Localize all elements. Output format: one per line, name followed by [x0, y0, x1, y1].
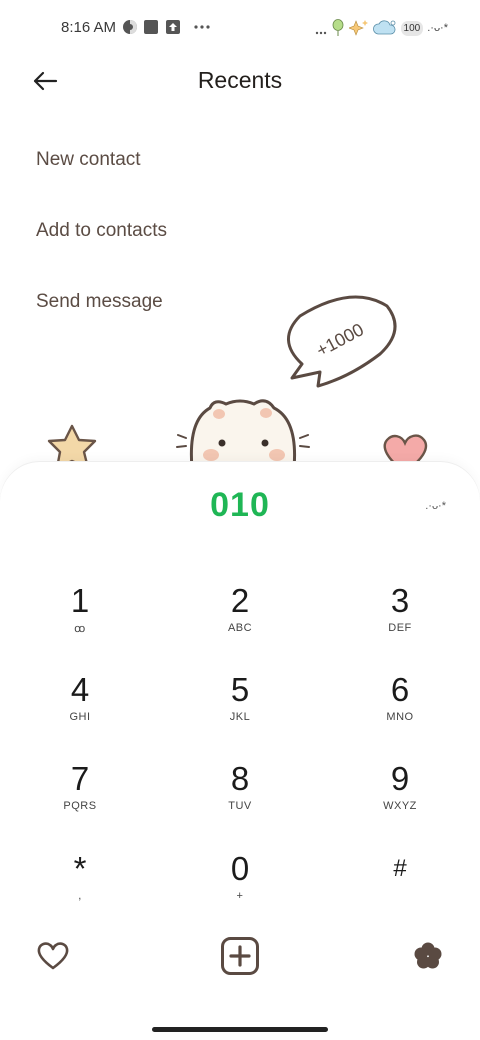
key-4[interactable]: 4 GHI [10, 671, 150, 747]
dialed-number[interactable]: 010 [0, 486, 480, 525]
new-contact-option[interactable]: New contact [36, 149, 141, 171]
home-indicator[interactable] [152, 1027, 328, 1032]
balloon-icon [332, 19, 343, 36]
key-hash[interactable]: # [330, 850, 470, 926]
key-digit: 7 [70, 760, 90, 797]
key-6[interactable]: 6 MNO [330, 671, 470, 747]
signal-icon [315, 31, 326, 35]
key-digit: 0 [230, 850, 250, 887]
theme-icon [123, 20, 137, 34]
key-letters: MNO [386, 711, 414, 723]
key-1[interactable]: 1 ꝏ [10, 582, 150, 658]
key-star[interactable]: * , [10, 850, 150, 926]
key-digit: 9 [390, 760, 410, 797]
more-dots-icon [194, 25, 210, 29]
status-bar: 8:16 AM 100 .·ᴗ·* [0, 0, 480, 56]
key-digit: 8 [230, 760, 250, 797]
key-letters: TUV [228, 800, 252, 812]
cat-illustration [176, 399, 310, 470]
add-to-contacts-option[interactable]: Add to contacts [36, 220, 167, 242]
key-letters: WXYZ [383, 800, 417, 812]
square-icon [144, 20, 158, 34]
key-digit: 5 [230, 671, 250, 708]
speech-bubble-icon: +1000 [287, 295, 397, 388]
battery-icon: 100 [400, 20, 424, 36]
key-digit: 1 [70, 582, 90, 619]
key-letters: ABC [227, 622, 253, 634]
flower-icon[interactable] [412, 940, 444, 972]
key-letters: DEF [388, 622, 412, 634]
key-letters: + [236, 890, 244, 902]
key-8[interactable]: 8 TUV [170, 760, 310, 836]
key-0[interactable]: 0 + [170, 850, 310, 926]
key-9[interactable]: 9 WXYZ [330, 760, 470, 836]
status-right-group: 100 .·ᴗ·* [315, 16, 448, 40]
key-3[interactable]: 3 DEF [330, 582, 470, 658]
add-call-icon[interactable] [220, 936, 260, 976]
upload-icon [166, 20, 180, 34]
key-7[interactable]: 7 PQRS [10, 760, 150, 836]
page-title: Recents [197, 67, 283, 93]
key-letters: , [78, 890, 82, 902]
sparkle-icon [348, 20, 368, 36]
key-letters: GHI [69, 711, 91, 723]
key-digit: 3 [390, 582, 410, 619]
voicemail-icon: ꝏ [74, 623, 86, 635]
heart-icon[interactable] [36, 940, 70, 972]
cloud-icon [372, 20, 395, 35]
key-letters: JKL [229, 711, 251, 723]
status-kaomoji: .·ᴗ·* [427, 22, 448, 34]
key-5[interactable]: 5 JKL [170, 671, 310, 747]
key-digit: # [393, 855, 407, 882]
key-2[interactable]: 2 ABC [170, 582, 310, 658]
key-digit: 6 [390, 671, 410, 708]
status-time: 8:16 AM [61, 19, 117, 36]
key-digit: 2 [230, 582, 250, 619]
decoration-illustration: +1000 [47, 295, 428, 470]
dialpad-kaomoji: .·ᴗ·* [425, 500, 446, 512]
key-letters: PQRS [63, 800, 97, 812]
key-digit: 4 [70, 671, 90, 708]
key-digit: * [73, 850, 87, 887]
